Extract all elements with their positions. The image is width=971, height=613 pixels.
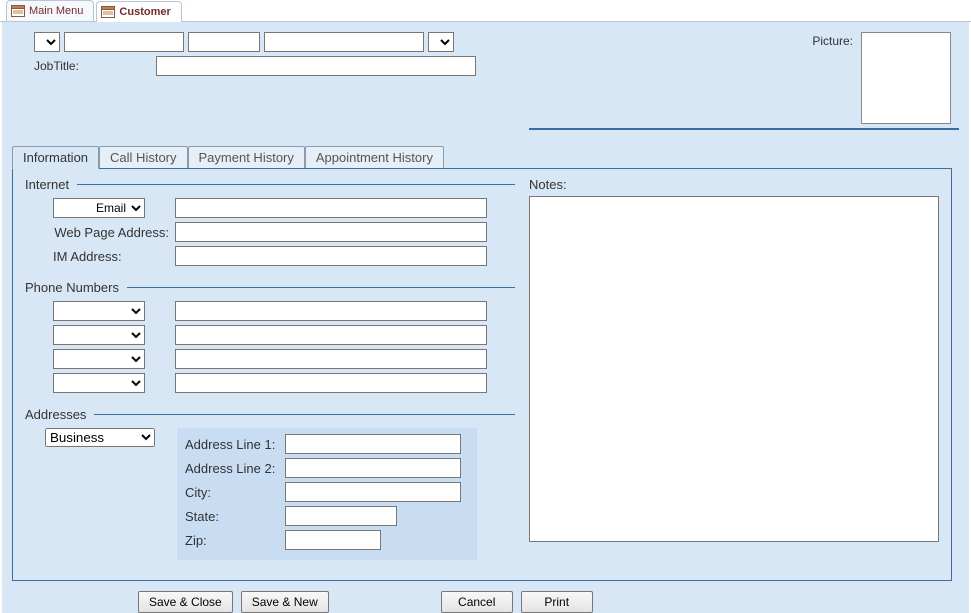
last-name-input[interactable] [264, 32, 424, 52]
email-type-dropdown[interactable]: Email [53, 198, 145, 218]
form-icon [101, 6, 115, 18]
addr-state-input[interactable] [285, 506, 397, 526]
group-addresses-title: Addresses [25, 407, 86, 422]
addr-state-label: State: [185, 509, 285, 524]
jobtitle-label: JobTitle: [34, 59, 150, 73]
details-tabcontrol: Information Call History Payment History… [12, 144, 952, 581]
tab-main-menu[interactable]: Main Menu [6, 0, 94, 21]
group-internet: Internet Email Web Page Address: [25, 177, 515, 270]
notes-textarea[interactable] [529, 196, 939, 542]
document-tabbar: Main Menu Customer [0, 0, 971, 22]
save-close-button[interactable]: Save & Close [138, 591, 233, 613]
phone-type-dropdown-1[interactable] [53, 301, 145, 321]
name-block: JobTitle: [34, 32, 476, 76]
tab-payment-history[interactable]: Payment History [188, 146, 305, 168]
phone-type-dropdown-3[interactable] [53, 349, 145, 369]
tab-customer[interactable]: Customer [96, 1, 181, 22]
phone-type-dropdown-4[interactable] [53, 373, 145, 393]
divider [94, 414, 515, 415]
cancel-button[interactable]: Cancel [441, 591, 513, 613]
email-input[interactable] [175, 198, 487, 218]
addr-city-input[interactable] [285, 482, 461, 502]
addr-line2-input[interactable] [285, 458, 461, 478]
suffix-dropdown[interactable] [428, 32, 454, 52]
address-block: Address Line 1: Address Line 2: City: [177, 428, 477, 560]
addr-line2-label: Address Line 2: [185, 461, 285, 476]
jobtitle-input[interactable] [156, 56, 476, 76]
webpage-input[interactable] [175, 222, 487, 242]
addr-zip-input[interactable] [285, 530, 381, 550]
phone-input-1[interactable] [175, 301, 487, 321]
picture-label: Picture: [812, 32, 853, 48]
tab-customer-label: Customer [119, 6, 170, 18]
phone-input-3[interactable] [175, 349, 487, 369]
tab-call-history[interactable]: Call History [99, 146, 187, 168]
phone-type-dropdown-2[interactable] [53, 325, 145, 345]
im-input[interactable] [175, 246, 487, 266]
phone-input-2[interactable] [175, 325, 487, 345]
customer-form: JobTitle: Picture: Information Call Hist… [2, 22, 969, 585]
picture-box[interactable] [861, 32, 951, 124]
group-phones-title: Phone Numbers [25, 280, 119, 295]
tabpage-information: Internet Email Web Page Address: [12, 168, 952, 581]
addr-line1-label: Address Line 1: [185, 437, 285, 452]
group-internet-title: Internet [25, 177, 69, 192]
save-new-button[interactable]: Save & New [241, 591, 329, 613]
group-phones: Phone Numbers [25, 280, 515, 397]
picture-underline [529, 128, 959, 130]
first-name-input[interactable] [64, 32, 184, 52]
divider [127, 287, 515, 288]
tab-information[interactable]: Information [12, 146, 99, 169]
tab-main-menu-label: Main Menu [29, 5, 83, 17]
notes-label: Notes: [529, 177, 939, 192]
prefix-dropdown[interactable] [34, 32, 60, 52]
print-button[interactable]: Print [521, 591, 593, 613]
addr-city-label: City: [185, 485, 285, 500]
divider [77, 184, 515, 185]
addr-zip-label: Zip: [185, 533, 285, 548]
webpage-label: Web Page Address: [25, 225, 175, 240]
button-row: Save & Close Save & New Cancel Print [2, 585, 969, 613]
picture-block: Picture: [812, 32, 951, 124]
im-label: IM Address: [25, 249, 175, 264]
tab-appointment-history[interactable]: Appointment History [305, 146, 444, 168]
middle-name-input[interactable] [188, 32, 260, 52]
phone-input-4[interactable] [175, 373, 487, 393]
group-addresses: Addresses Business Address Line 1: [25, 407, 515, 560]
address-type-dropdown[interactable]: Business [45, 428, 155, 447]
addr-line1-input[interactable] [285, 434, 461, 454]
form-icon [11, 5, 25, 17]
